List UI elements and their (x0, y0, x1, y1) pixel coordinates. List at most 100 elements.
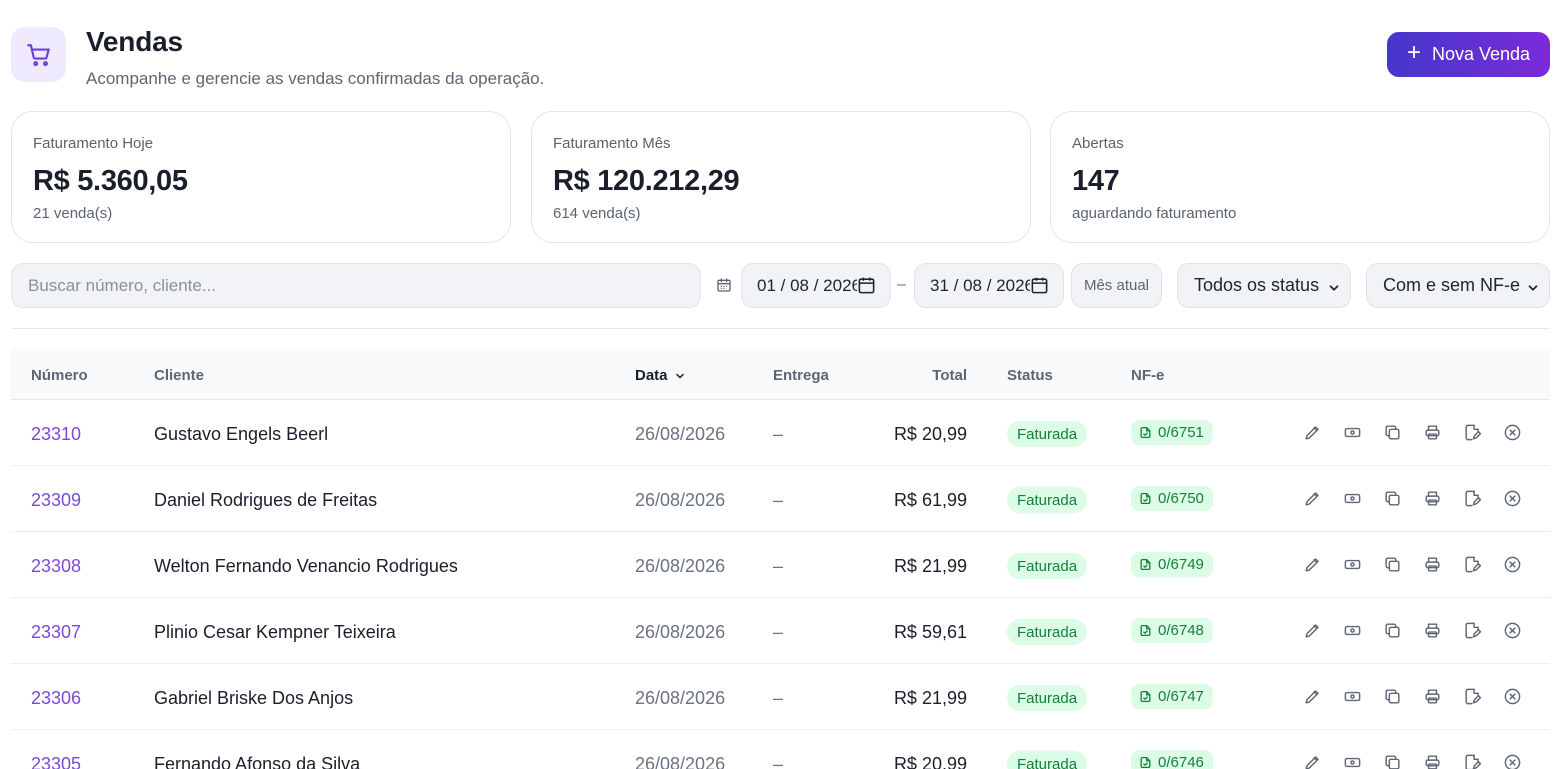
nfe-number: 0/6751 (1158, 424, 1204, 441)
cancel-icon[interactable] (1501, 553, 1523, 575)
edit-icon[interactable] (1301, 751, 1323, 769)
calendar-picker-icon[interactable] (1030, 276, 1049, 300)
money-icon[interactable] (1341, 751, 1363, 769)
sale-number-link[interactable]: 23305 (31, 754, 81, 769)
copy-icon[interactable] (1381, 553, 1403, 575)
document-edit-icon[interactable] (1461, 685, 1483, 707)
sort-chevron-icon (675, 373, 684, 378)
cancel-icon[interactable] (1501, 751, 1523, 769)
nfe-badge[interactable]: 0/6746 (1131, 750, 1213, 769)
nfe-badge[interactable]: 0/6750 (1131, 486, 1213, 511)
cancel-icon[interactable] (1501, 685, 1523, 707)
sale-number-link[interactable]: 23308 (31, 556, 81, 577)
calendar-picker-icon[interactable] (857, 276, 876, 300)
cancel-icon[interactable] (1501, 487, 1523, 509)
print-icon[interactable] (1421, 421, 1443, 443)
nfe-number: 0/6746 (1158, 754, 1204, 769)
status-select[interactable]: Todos os status (1177, 263, 1351, 308)
date-to-value: 31 / 08 / 2026 (930, 275, 1030, 295)
document-edit-icon[interactable] (1461, 487, 1483, 509)
search-input[interactable] (11, 263, 701, 308)
copy-icon[interactable] (1381, 685, 1403, 707)
document-edit-icon[interactable] (1461, 553, 1483, 575)
delivery-value: – (773, 622, 784, 642)
copy-icon[interactable] (1381, 487, 1403, 509)
print-icon[interactable] (1421, 685, 1443, 707)
sale-total: R$ 21,99 (893, 556, 967, 576)
column-header-cliente[interactable]: Cliente (154, 367, 204, 384)
document-edit-icon[interactable] (1461, 421, 1483, 443)
nfe-select-value: Com e sem NF-e (1383, 275, 1521, 295)
sale-date: 26/08/2026 (635, 424, 726, 444)
print-icon[interactable] (1421, 553, 1443, 575)
document-edit-icon[interactable] (1461, 751, 1483, 769)
document-icon (1140, 624, 1151, 637)
client-name: Fernando Afonso da Silva (154, 754, 361, 769)
sale-date: 26/08/2026 (635, 688, 726, 708)
new-sale-button[interactable]: + Nova Venda (1387, 32, 1550, 77)
card-value: R$ 5.360,05 (33, 165, 188, 197)
edit-icon[interactable] (1301, 421, 1323, 443)
table-row[interactable]: 23307 Plinio Cesar Kempner Teixeira 26/08/… (11, 598, 1550, 664)
nfe-badge[interactable]: 0/6749 (1131, 552, 1213, 577)
money-icon[interactable] (1341, 553, 1363, 575)
card-label: Abertas (1072, 135, 1124, 152)
table-row[interactable]: 23306 Gabriel Briske Dos Anjos 26/08/2026 –… (11, 664, 1550, 730)
edit-icon[interactable] (1301, 553, 1323, 575)
print-icon[interactable] (1421, 487, 1443, 509)
date-to-input[interactable]: 31 / 08 / 2026 (914, 263, 1064, 308)
nfe-badge[interactable]: 0/6751 (1131, 420, 1213, 445)
status-badge: Faturada (1007, 553, 1088, 579)
nfe-select[interactable]: Com e sem NF-e (1366, 263, 1550, 308)
status-badge: Faturada (1007, 487, 1088, 513)
document-edit-icon[interactable] (1461, 619, 1483, 641)
date-from-input[interactable]: 01 / 08 / 2026 (741, 263, 891, 308)
client-name: Gustavo Engels Beerl (154, 424, 329, 444)
current-month-button[interactable]: Mês atual (1071, 263, 1162, 308)
document-icon (1140, 756, 1151, 769)
column-header-numero[interactable]: Número (31, 367, 88, 384)
delivery-value: – (773, 688, 784, 708)
money-icon[interactable] (1341, 619, 1363, 641)
print-icon[interactable] (1421, 751, 1443, 769)
nfe-number: 0/6749 (1158, 556, 1204, 573)
sale-total: R$ 61,99 (893, 490, 967, 510)
table-row[interactable]: 23310 Gustavo Engels Beerl 26/08/2026 – R$ 2… (11, 400, 1550, 466)
sale-number-link[interactable]: 23309 (31, 490, 81, 511)
table-row[interactable]: 23308 Welton Fernando Venancio Rodrigues 2… (11, 532, 1550, 598)
column-header-entrega[interactable]: Entrega (773, 367, 829, 384)
edit-icon[interactable] (1301, 619, 1323, 641)
copy-icon[interactable] (1381, 619, 1403, 641)
card-label: Faturamento Hoje (33, 135, 154, 152)
sale-date: 26/08/2026 (635, 490, 726, 510)
client-name: Daniel Rodrigues de Freitas (154, 490, 378, 510)
sale-date: 26/08/2026 (635, 622, 726, 642)
nfe-badge[interactable]: 0/6747 (1131, 684, 1213, 709)
edit-icon[interactable] (1301, 487, 1323, 509)
calendar-icon (716, 277, 732, 298)
column-header-status[interactable]: Status (1007, 367, 1053, 384)
money-icon[interactable] (1341, 487, 1363, 509)
edit-icon[interactable] (1301, 685, 1323, 707)
card-subtext: 21 venda(s) (33, 205, 113, 222)
table-row[interactable]: 23305 Fernando Afonso da Silva 26/08/2026 –… (11, 730, 1550, 769)
sale-number-link[interactable]: 23307 (31, 622, 81, 643)
cancel-icon[interactable] (1501, 619, 1523, 641)
print-icon[interactable] (1421, 619, 1443, 641)
column-header-data[interactable]: Data (635, 367, 686, 384)
copy-icon[interactable] (1381, 421, 1403, 443)
money-icon[interactable] (1341, 421, 1363, 443)
date-from-value: 01 / 08 / 2026 (757, 275, 857, 295)
cancel-icon[interactable] (1501, 421, 1523, 443)
copy-icon[interactable] (1381, 751, 1403, 769)
column-header-total[interactable]: Total (871, 367, 967, 384)
status-badge: Faturada (1007, 751, 1088, 769)
page-subtitle: Acompanhe e gerencie as vendas confirmad… (86, 69, 545, 88)
nfe-badge[interactable]: 0/6748 (1131, 618, 1213, 643)
sale-number-link[interactable]: 23306 (31, 688, 81, 709)
money-icon[interactable] (1341, 685, 1363, 707)
nfe-number: 0/6748 (1158, 622, 1204, 639)
sale-number-link[interactable]: 23310 (31, 424, 81, 445)
table-row[interactable]: 23309 Daniel Rodrigues de Freitas 26/08/20… (11, 466, 1550, 532)
column-header-nfe[interactable]: NF-e (1131, 367, 1164, 384)
